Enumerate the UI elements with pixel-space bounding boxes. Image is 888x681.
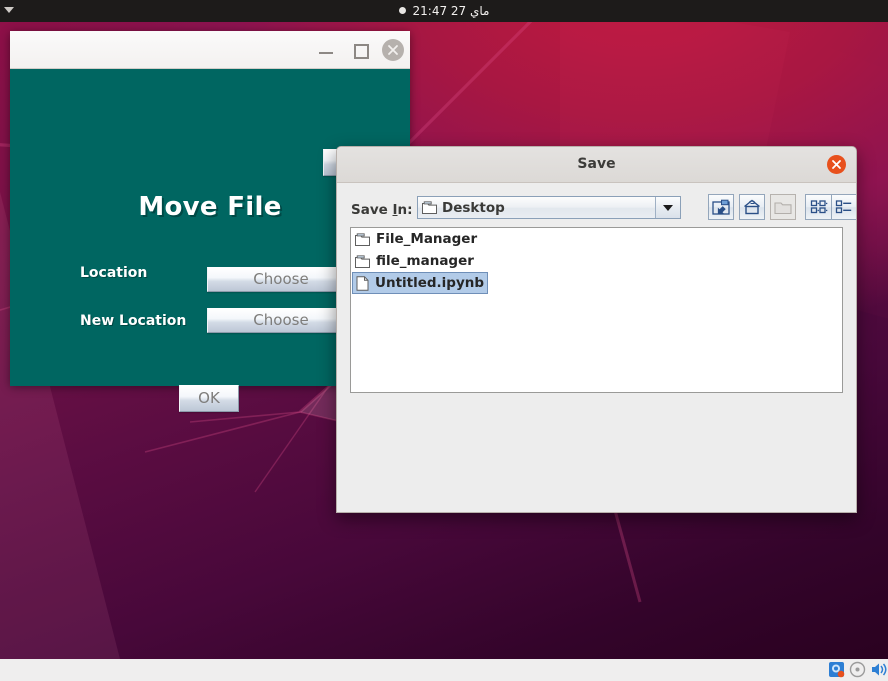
up-one-level-button[interactable] <box>708 194 734 220</box>
chevron-down-icon <box>663 204 673 211</box>
choose-location-button[interactable]: Choose <box>207 267 355 292</box>
list-item-label: Untitled.ipynb <box>375 275 485 291</box>
list-item-label: file_manager <box>376 253 474 269</box>
save-in-label: Save In: <box>351 202 413 218</box>
close-icon[interactable] <box>827 155 846 174</box>
minimize-icon[interactable] <box>316 40 336 60</box>
dot-icon <box>398 7 406 14</box>
file-icon <box>356 275 369 291</box>
save-in-combobox[interactable]: Desktop <box>417 196 681 219</box>
move-file-titlebar[interactable] <box>10 31 410 69</box>
list-item[interactable]: Untitled.ipynb <box>352 272 489 294</box>
disc-icon[interactable] <box>849 661 866 678</box>
details-view-icon <box>835 200 852 214</box>
home-button[interactable] <box>739 194 765 220</box>
save-dialog-titlebar[interactable]: Save <box>337 147 856 183</box>
file-list[interactable]: File_Manager file_manager Untitled.ipynb <box>350 227 843 393</box>
update-notifier-icon[interactable] <box>828 661 845 678</box>
choose-new-location-button[interactable]: Choose <box>207 308 355 333</box>
save-in-label-suffix: n: <box>397 202 413 218</box>
folder-icon <box>422 201 437 214</box>
folder-icon <box>355 254 370 268</box>
close-icon[interactable] <box>382 39 404 61</box>
new-folder-icon <box>774 201 792 214</box>
clock-text: 21:47 27 ماي <box>412 4 490 18</box>
maximize-icon[interactable] <box>350 40 370 60</box>
save-in-value: Desktop <box>442 199 505 216</box>
list-view-button[interactable] <box>805 194 831 220</box>
save-dialog-title: Save <box>577 156 616 172</box>
list-item[interactable]: file_manager <box>352 250 477 272</box>
close-glyph-icon <box>832 160 841 169</box>
folder-up-icon <box>712 199 730 215</box>
new-location-label: New Location <box>80 313 187 329</box>
save-in-dropdown-arrow[interactable] <box>655 197 680 218</box>
home-icon <box>744 199 760 215</box>
list-item-label: File_Manager <box>376 231 478 247</box>
save-dialog: Save Save In: Desktop File_Manager file_… <box>336 146 857 513</box>
list-item[interactable]: File_Manager <box>352 228 480 250</box>
screen: 21:47 27 ماي Move File Location Choose N… <box>0 0 888 681</box>
top-panel: 21:47 27 ماي <box>0 0 888 22</box>
create-new-folder-button <box>770 194 796 220</box>
save-in-label-prefix: Save <box>351 202 393 218</box>
volume-icon[interactable] <box>870 661 887 678</box>
system-tray <box>828 661 887 678</box>
grid-view-icon <box>810 200 827 214</box>
location-label: Location <box>80 265 148 281</box>
top-panel-clock[interactable]: 21:47 27 ماي <box>0 0 888 22</box>
save-in-value-wrap: Desktop <box>418 197 655 218</box>
ok-button[interactable]: OK <box>179 385 239 412</box>
folder-icon <box>355 232 370 246</box>
close-glyph-icon <box>388 45 398 55</box>
details-view-button[interactable] <box>831 194 856 220</box>
desktop-bottom-panel <box>0 659 888 681</box>
